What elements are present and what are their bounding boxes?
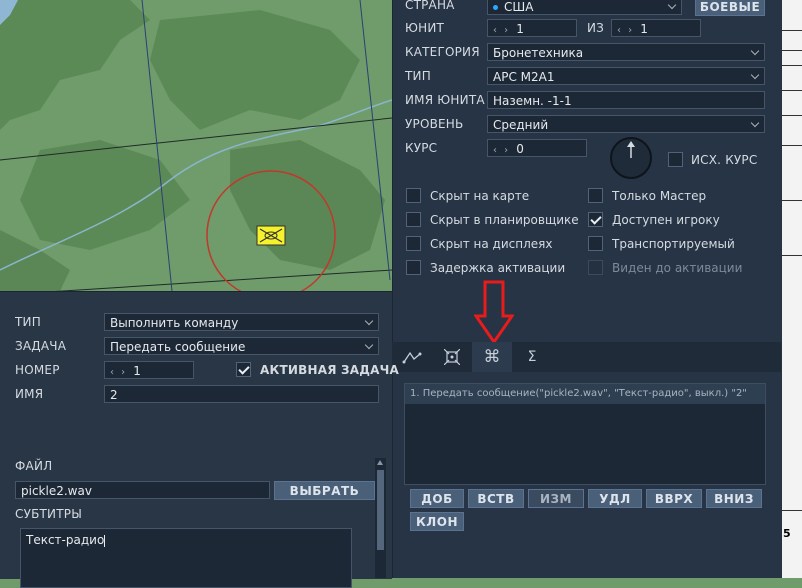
transportable-checkbox[interactable] [588, 236, 603, 251]
player-can-drive-checkbox[interactable] [588, 212, 603, 227]
hidden-on-displays-label: Скрыт на дисплеях [430, 237, 553, 251]
tab-commands[interactable]: ⌘ [472, 342, 512, 372]
unit-name-label: ИМЯ ЮНИТА [405, 93, 485, 107]
game-master-only-checkbox[interactable] [588, 188, 603, 203]
stepper-arrows-icon[interactable]: ‹ › [110, 367, 127, 378]
active-task-label: АКТИВНАЯ ЗАДАЧА [260, 363, 399, 377]
file-input[interactable]: pickle2.wav [15, 481, 270, 499]
red-arrow-icon [474, 280, 514, 344]
file-label: ФАЙЛ [15, 459, 53, 473]
action-name-label: ИМЯ [15, 387, 44, 401]
delete-button[interactable]: УДЛ [588, 489, 642, 508]
tab-summary[interactable]: Σ [512, 342, 552, 372]
visible-before-start-checkbox[interactable] [588, 260, 603, 275]
hidden-in-planner-checkbox[interactable] [406, 212, 421, 227]
initial-heading-label: ИСХ. КУРС [691, 153, 758, 167]
game-master-only-label: Только Мастер [612, 189, 707, 203]
sigma-icon: Σ [527, 349, 537, 365]
unit-label: ЮНИТ [405, 21, 445, 35]
action-task-label: ЗАДАЧА [15, 339, 67, 353]
late-activation-checkbox[interactable] [406, 260, 421, 275]
scroll-up-icon[interactable] [377, 460, 383, 465]
stepper-arrows-icon[interactable]: ‹ › [493, 145, 510, 156]
edit-button[interactable]: ИЗМ [528, 489, 584, 508]
hidden-on-map-checkbox[interactable] [406, 188, 421, 203]
scroll-thumb[interactable] [377, 470, 384, 550]
insert-button[interactable]: ВСТВ [468, 489, 524, 508]
envelope-icon[interactable] [256, 225, 286, 246]
doc-strip-text: 5 [783, 527, 791, 540]
action-number-label: НОМЕР [15, 363, 60, 377]
triggered-actions-list[interactable]: 1. Передать сообщение("pickle2.wav", "Те… [404, 383, 766, 485]
route-icon [402, 351, 422, 364]
command-icon: ⌘ [483, 347, 501, 367]
action-type-label: ТИП [15, 315, 41, 329]
category-select[interactable]: Бронетехника [487, 43, 765, 61]
of-label: ИЗ [587, 21, 605, 35]
action-name-input[interactable]: 2 [104, 385, 379, 403]
visible-before-start-label: Виден до активации [612, 261, 743, 275]
choose-file-button[interactable]: ВЫБРАТЬ [274, 481, 375, 500]
hidden-on-map-label: Скрыт на карте [430, 189, 530, 203]
initial-heading-checkbox[interactable] [668, 152, 683, 167]
stepper-arrows-icon[interactable]: ‹ › [493, 25, 510, 36]
skill-select[interactable]: Средний [487, 115, 765, 133]
action-number-stepper[interactable]: ‹ › 1 [104, 361, 194, 379]
move-down-button[interactable]: ВНИЗ [706, 489, 762, 508]
unit-number-stepper[interactable]: ‹ › 1 [487, 19, 577, 37]
background-document: 5 [781, 0, 802, 578]
hidden-in-planner-label: Скрыт в планировщике [430, 213, 579, 227]
list-item[interactable]: 1. Передать сообщение("pickle2.wav", "Те… [405, 384, 765, 404]
clone-button[interactable]: КЛОН [410, 512, 464, 531]
type-select[interactable]: APC M2A1 [487, 67, 765, 85]
unit-tab-bar: ⌘ Σ [392, 342, 781, 372]
country-dot-icon [493, 5, 498, 10]
unit-count-stepper[interactable]: ‹ › 1 [611, 19, 701, 37]
heading-label: КУРС [405, 141, 438, 155]
player-can-drive-label: Доступен игроку [612, 213, 720, 227]
active-task-checkbox[interactable] [236, 362, 251, 377]
subtitles-textarea[interactable]: Текст-радио [20, 528, 352, 588]
type-label: ТИП [405, 69, 431, 83]
country-select[interactable]: США [487, 0, 682, 15]
action-type-select[interactable]: Выполнить команду [104, 313, 379, 331]
heading-stepper[interactable]: ‹ › 0 [487, 139, 587, 157]
combat-button[interactable]: БОЕВЫЕ [695, 0, 765, 16]
move-up-button[interactable]: ВВРХ [646, 489, 702, 508]
subtitles-label: СУБТИТРЫ [15, 507, 82, 521]
stepper-arrows-icon[interactable]: ‹ › [617, 25, 634, 36]
target-icon [444, 349, 460, 365]
text-caret [104, 534, 106, 547]
late-activation-label: Задержка активации [430, 261, 566, 275]
transportable-label: Транспортируемый [612, 237, 735, 251]
skill-label: УРОВЕНЬ [405, 117, 464, 131]
tab-targets[interactable] [432, 342, 472, 372]
action-task-select[interactable]: Передать сообщение [104, 337, 379, 355]
panel-scrollbar[interactable] [375, 458, 386, 578]
add-button[interactable]: ДОБ [410, 489, 464, 508]
heading-dial[interactable] [610, 137, 654, 181]
category-label: КАТЕГОРИЯ [405, 45, 480, 59]
unit-name-input[interactable]: Наземн. -1-1 [487, 91, 765, 109]
country-label: СТРАНА [405, 0, 455, 12]
hidden-on-displays-checkbox[interactable] [406, 236, 421, 251]
